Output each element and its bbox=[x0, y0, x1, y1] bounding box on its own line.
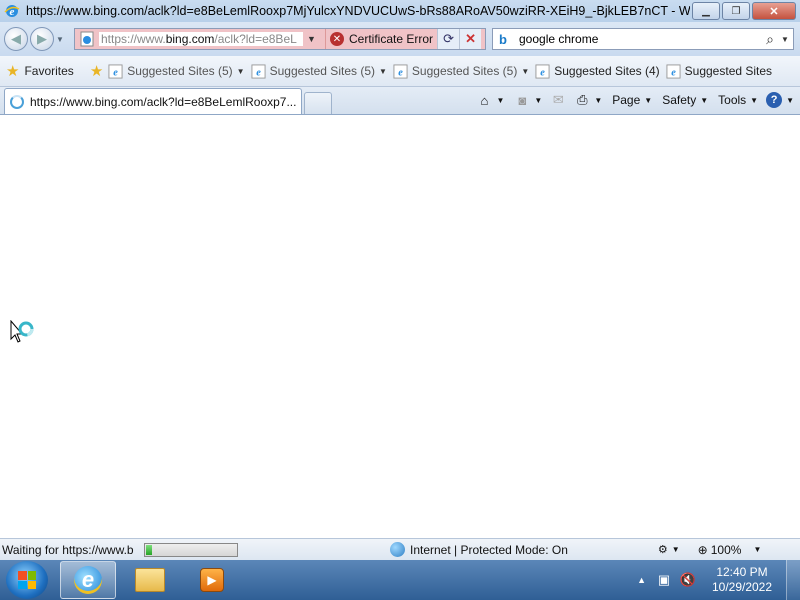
svg-text:e: e bbox=[256, 67, 261, 78]
ie-icon: e bbox=[74, 566, 102, 594]
network-icon[interactable]: ▣ bbox=[656, 572, 672, 588]
star-icon: ★ bbox=[6, 63, 20, 80]
tools-menu[interactable]: Tools ▼ bbox=[718, 93, 758, 107]
suggested-sites-item[interactable]: e Suggested Sites (4) bbox=[532, 63, 662, 79]
bing-icon: b bbox=[499, 31, 507, 47]
svg-text:e: e bbox=[113, 67, 118, 78]
svg-text:e: e bbox=[398, 67, 403, 78]
loading-icon bbox=[10, 94, 24, 109]
zoom-button[interactable]: ⊕ 100% ▼ bbox=[698, 543, 762, 557]
ie-icon: e bbox=[251, 63, 266, 79]
search-icon[interactable]: ⌕ bbox=[759, 31, 781, 48]
status-text: Waiting for https://www.b bbox=[2, 542, 134, 557]
printer-icon: ⎙ bbox=[577, 92, 588, 107]
page-icon bbox=[80, 31, 94, 47]
address-bar[interactable]: https://www.bing.com/aclk?ld=e8BeL ▼ ✕ C… bbox=[74, 28, 486, 50]
search-input[interactable] bbox=[519, 32, 759, 46]
ie-icon: e bbox=[393, 63, 408, 79]
suggested-sites-item[interactable]: e Suggested Sites (5) ▼ bbox=[105, 63, 247, 79]
stop-button[interactable]: ✕ bbox=[459, 29, 482, 49]
show-hidden-icons-icon[interactable]: ▲ bbox=[637, 575, 646, 585]
taskbar-internet-explorer[interactable]: e bbox=[60, 561, 116, 599]
window-title: https://www.bing.com/aclk?ld=e8BeLemlRoo… bbox=[26, 4, 690, 18]
page-content[interactable] bbox=[0, 116, 800, 538]
certificate-error-button[interactable]: ✕ Certificate Error bbox=[325, 29, 437, 49]
start-button[interactable] bbox=[6, 561, 48, 599]
windows-logo-icon bbox=[18, 571, 36, 589]
ie-icon: e bbox=[535, 63, 550, 79]
back-icon: ◀ bbox=[11, 31, 21, 46]
clock-time: 12:40 PM bbox=[716, 565, 768, 579]
folder-icon bbox=[135, 568, 165, 592]
window-titlebar: e https://www.bing.com/aclk?ld=e8BeLemlR… bbox=[0, 0, 800, 22]
zoom-level: 100% bbox=[710, 542, 742, 557]
ie-icon: e bbox=[108, 63, 123, 79]
mail-icon: ✉ bbox=[552, 92, 564, 107]
read-mail-button[interactable]: ✉ bbox=[550, 92, 566, 108]
taskbar-media-player[interactable]: ▶ bbox=[184, 561, 240, 599]
feeds-button[interactable]: ◙ ▼ bbox=[514, 92, 542, 108]
suggested-sites-item[interactable]: e Suggested Sites bbox=[663, 63, 775, 79]
refresh-icon: ⟳ bbox=[443, 31, 454, 46]
refresh-button[interactable]: ⟳ bbox=[437, 29, 460, 49]
page-menu[interactable]: Page ▼ bbox=[612, 93, 652, 107]
restore-button[interactable]: ❐ bbox=[722, 2, 750, 20]
clock-date: 10/29/2022 bbox=[711, 580, 773, 594]
rss-icon: ◙ bbox=[518, 92, 527, 108]
svg-text:e: e bbox=[540, 67, 545, 78]
change-zoom-level-button[interactable]: ⚙ ▼ bbox=[658, 543, 680, 556]
recent-pages-dropdown[interactable]: ▼ bbox=[56, 35, 68, 44]
forward-button[interactable]: ▶ bbox=[30, 27, 54, 51]
status-bar: Waiting for https://www.b Internet | Pro… bbox=[0, 538, 800, 560]
shield-icon: ⚙ bbox=[657, 544, 668, 556]
busy-cursor-icon bbox=[10, 320, 34, 343]
close-button[interactable]: ✕ bbox=[752, 2, 796, 20]
zoom-icon: ⊕ bbox=[697, 542, 708, 557]
home-icon: ⌂ bbox=[480, 92, 489, 108]
address-input[interactable]: https://www.bing.com/aclk?ld=e8BeL bbox=[99, 32, 303, 46]
ie-icon: e bbox=[4, 5, 20, 18]
security-zone[interactable]: Internet | Protected Mode: On bbox=[390, 542, 568, 557]
forward-icon: ▶ bbox=[37, 31, 47, 46]
address-dropdown[interactable]: ▼ bbox=[307, 34, 321, 44]
show-desktop-button[interactable] bbox=[786, 560, 800, 600]
help-button[interactable]: ? ▼ bbox=[766, 92, 794, 108]
taskbar-explorer[interactable] bbox=[122, 561, 178, 599]
navigation-bar: ◀ ▶ ▼ https://www.bing.com/aclk?ld=e8BeL… bbox=[0, 22, 800, 56]
error-icon: ✕ bbox=[330, 32, 344, 46]
print-button[interactable]: ⎙ ▼ bbox=[574, 92, 602, 108]
favorites-label: Favorites bbox=[24, 64, 74, 78]
search-box[interactable]: b ⌕ ▼ bbox=[492, 28, 794, 50]
zone-label: Internet | Protected Mode: On bbox=[410, 542, 568, 557]
certificate-error-label: Certificate Error bbox=[349, 32, 434, 46]
suggested-sites-item[interactable]: e Suggested Sites (5) ▼ bbox=[248, 63, 390, 79]
add-to-favorites-bar-icon[interactable]: ★ bbox=[90, 62, 103, 80]
back-button[interactable]: ◀ bbox=[4, 27, 28, 51]
home-button[interactable]: ⌂ ▼ bbox=[476, 92, 505, 108]
volume-muted-icon[interactable]: 🔇 bbox=[680, 572, 696, 588]
command-bar: ⌂ ▼ ◙ ▼ ✉ ⎙ ▼ Page ▼ Safety ▼ Tools ▼ ? ▼ bbox=[470, 87, 794, 113]
progress-bar bbox=[144, 542, 238, 557]
media-player-icon: ▶ bbox=[200, 568, 224, 592]
new-tab-button[interactable] bbox=[304, 92, 332, 114]
favorites-bar: ★ Favorites ★ e Suggested Sites (5) ▼ e S… bbox=[0, 56, 800, 87]
help-icon: ? bbox=[766, 92, 783, 108]
taskbar: e ▶ ▲ ▣ 🔇 12:40 PM 10/29/2022 bbox=[0, 560, 800, 600]
system-tray: ▲ ▣ 🔇 12:40 PM 10/29/2022 bbox=[637, 560, 800, 600]
ie-icon: e bbox=[666, 63, 681, 79]
clock[interactable]: 12:40 PM 10/29/2022 bbox=[704, 565, 780, 595]
safety-menu[interactable]: Safety ▼ bbox=[662, 93, 708, 107]
tab-active[interactable]: https://www.bing.com/aclk?ld=e8BeLemlRoo… bbox=[4, 88, 302, 114]
favorites-button[interactable]: ★ Favorites bbox=[0, 59, 80, 83]
stop-icon: ✕ bbox=[465, 31, 476, 46]
suggested-sites-item[interactable]: e Suggested Sites (5) ▼ bbox=[390, 63, 532, 79]
tab-title: https://www.bing.com/aclk?ld=e8BeLemlRoo… bbox=[30, 94, 297, 109]
search-dropdown[interactable]: ▼ bbox=[781, 35, 793, 44]
minimize-button[interactable]: ▁ bbox=[692, 2, 720, 20]
globe-icon bbox=[390, 542, 405, 557]
svg-text:e: e bbox=[671, 67, 676, 78]
